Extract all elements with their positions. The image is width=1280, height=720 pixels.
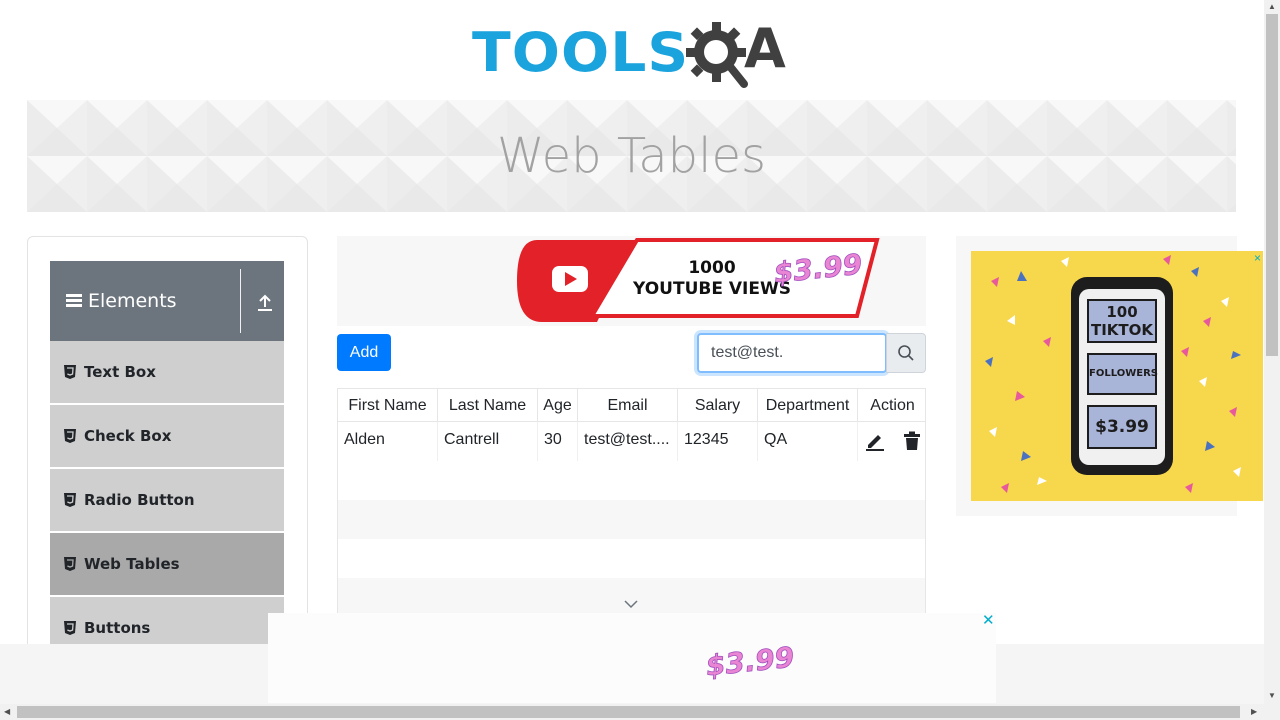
table-row-empty — [338, 500, 925, 539]
chevron-down-icon — [624, 600, 638, 609]
collapse-arrow-icon[interactable] — [256, 293, 274, 313]
html5-icon — [64, 621, 76, 635]
scroll-up-arrow-icon[interactable]: ▲ — [1268, 3, 1276, 11]
youtube-ad-graphic: 1000 YOUTUBE VIEWS $3.99 — [517, 238, 880, 322]
cell-first-name: Alden — [338, 422, 438, 461]
sidebar-item-radio-button[interactable]: Radio Button — [50, 469, 284, 532]
toolsqa-logo[interactable]: TOOLS A — [472, 16, 796, 90]
hamburger-icon — [66, 294, 82, 308]
scroll-right-arrow-icon[interactable]: ▶ — [1251, 708, 1257, 716]
column-header-salary[interactable]: Salary — [678, 389, 758, 422]
cell-email: test@test.... — [578, 422, 678, 461]
html5-icon — [64, 429, 76, 443]
web-table: First Name Last Name Age Email Salary De… — [337, 388, 926, 618]
bottom-ad[interactable]: $3.99 — [268, 613, 996, 703]
html5-icon — [64, 493, 76, 507]
ad-top-line2: YOUTUBE VIEWS — [632, 279, 791, 299]
ad-box-count: 100 TIKTOK — [1087, 299, 1157, 343]
column-header-last-name[interactable]: Last Name — [438, 389, 538, 422]
ad-top-line1: 1000 — [688, 258, 735, 278]
table-row: Alden Cantrell 30 test@test.... 12345 QA — [338, 422, 925, 461]
sidebar-group-label: Elements — [88, 290, 177, 312]
search-input[interactable] — [697, 333, 887, 373]
page-banner: Web Tables — [27, 100, 1236, 212]
scroll-left-arrow-icon[interactable]: ◀ — [4, 708, 10, 716]
edit-icon[interactable] — [865, 431, 885, 451]
youtube-ad-banner[interactable]: 1000 YOUTUBE VIEWS $3.99 — [337, 236, 926, 326]
vertical-scrollbar-thumb[interactable] — [1266, 14, 1278, 356]
sidebar-item-label: Text Box — [84, 363, 156, 381]
ad-right-price: $3.99 — [1087, 405, 1157, 449]
column-header-age[interactable]: Age — [538, 389, 578, 422]
sidebar-item-check-box[interactable]: Check Box — [50, 405, 284, 468]
sidebar-item-label: Web Tables — [84, 555, 180, 573]
cell-department: QA — [758, 422, 858, 461]
sidebar: Elements Text Box Check Box Radio Button… — [27, 236, 308, 656]
sidebar-item-text-box[interactable]: Text Box — [50, 341, 284, 404]
table-row-empty — [338, 578, 925, 617]
table-row-empty — [338, 461, 925, 500]
delete-icon[interactable] — [903, 431, 921, 451]
html5-icon — [64, 557, 76, 571]
cell-last-name: Cantrell — [438, 422, 538, 461]
ad-right-line2: TIKTOK — [1090, 321, 1154, 339]
table-header: First Name Last Name Age Email Salary De… — [338, 389, 925, 422]
sidebar-item-label: Check Box — [84, 427, 172, 445]
column-header-action[interactable]: Action — [858, 389, 925, 422]
logo-text-a: A — [744, 17, 786, 80]
sidebar-item-web-tables[interactable]: Web Tables — [50, 533, 284, 596]
horizontal-scrollbar-thumb[interactable] — [17, 706, 1240, 718]
table-row-empty — [338, 539, 925, 578]
column-header-email[interactable]: Email — [578, 389, 678, 422]
bottom-ad-graphic: $3.99 — [704, 640, 796, 683]
sidebar-group-elements[interactable]: Elements — [50, 261, 284, 341]
tiktok-ad-graphic: 100 TIKTOK FOLLOWERS $3.99 — [971, 251, 1263, 501]
scroll-down-arrow-icon[interactable]: ▼ — [1268, 692, 1276, 700]
search-button[interactable] — [886, 333, 926, 373]
column-header-department[interactable]: Department — [758, 389, 858, 422]
column-header-first-name[interactable]: First Name — [338, 389, 438, 422]
search-icon — [898, 345, 914, 361]
phone-graphic: 100 TIKTOK FOLLOWERS $3.99 — [1071, 277, 1173, 475]
ad-right-line1: 100 — [1106, 303, 1138, 321]
sidebar-item-label: Radio Button — [84, 491, 195, 509]
logo-text-tools: TOOLS — [472, 21, 690, 84]
add-button[interactable]: Add — [337, 334, 391, 371]
close-icon[interactable]: ✕ — [982, 613, 995, 628]
ad-right-line3: FOLLOWERS — [1087, 353, 1158, 395]
header-divider — [240, 269, 241, 333]
sidebar-item-label: Buttons — [84, 619, 151, 637]
html5-icon — [64, 365, 76, 379]
cell-salary: 12345 — [678, 422, 758, 461]
cell-age: 30 — [538, 422, 578, 461]
tiktok-ad[interactable]: 100 TIKTOK FOLLOWERS $3.99 — [956, 236, 1263, 516]
ad-bottom-price: $3.99 — [704, 641, 796, 683]
page-title: Web Tables — [496, 128, 767, 184]
